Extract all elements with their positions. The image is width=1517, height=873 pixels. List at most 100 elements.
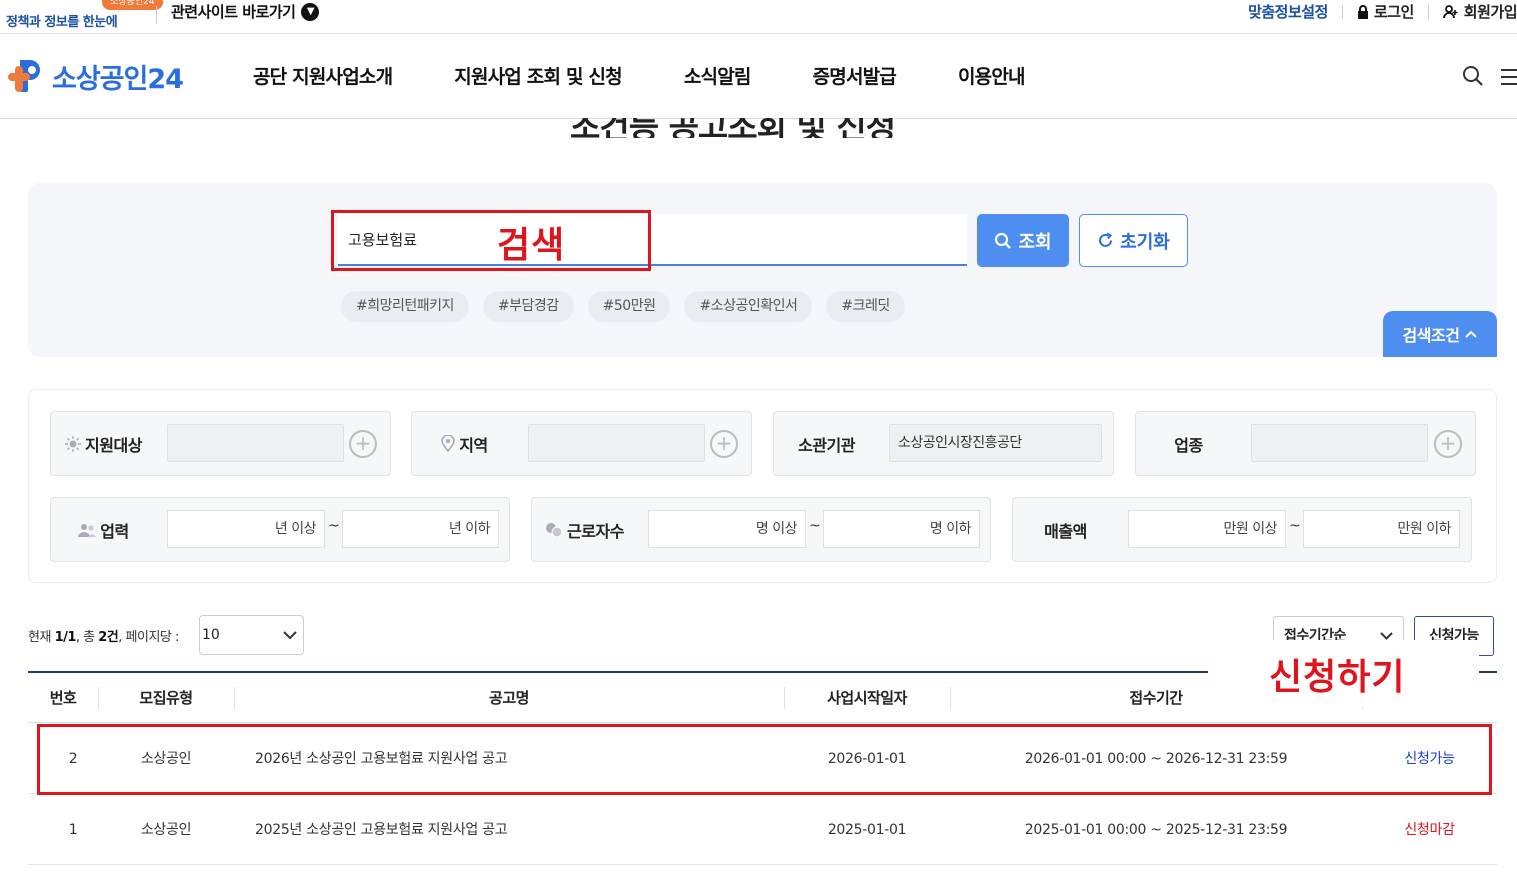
filter-panel: 지원대상 + 지역 + 소관기관 소상공인시장진흥공단 업종 + 업력 년 이상… [28,389,1497,583]
workers-max-input[interactable]: 명 이하 [823,510,980,548]
login-label: 로그인 [1373,3,1414,21]
divider [1341,4,1343,19]
filter-target: 지원대상 + [50,411,391,476]
refresh-icon [1099,232,1113,247]
search-button-label: 조회 [1018,231,1052,253]
filter-agency-label: 소관기관 [798,435,855,455]
user-plus-icon [1442,4,1458,18]
per-page-select[interactable]: 10 [199,615,304,655]
reset-button[interactable]: 초기화 [1079,214,1188,267]
filter-workers-label-wrap: 근로자수 [532,498,637,561]
add-target-icon[interactable]: + [349,430,377,458]
related-sites-dropdown[interactable]: 관련사이트 바로가기 ▼ [171,1,320,22]
chevron-up-icon [1465,330,1478,338]
list-summary: 현재 1/1, 총 2건, 페이지당 : [28,626,179,645]
search-highlight-box [331,210,651,271]
filter-target-label-wrap: 지원대상 [51,412,156,475]
search-panel [28,183,1497,357]
utility-bar: 소상공인24 정책과 정보를 한눈에 관련사이트 바로가기 ▼ 맞춤정보설정 로… [0,0,1517,34]
col-title: 공고명 [489,689,529,707]
row-highlight-box [37,724,1492,795]
filter-workers: 근로자수 명 이상 ~ 명 이하 [531,497,991,562]
logo-text: 소상공인24 [52,63,184,95]
hashtag-chip[interactable]: #부담경감 [482,291,574,322]
range-tilde: ~ [328,518,340,534]
row-number: 1 [68,822,78,838]
reset-button-label: 초기화 [1120,231,1170,253]
row-period: 2025-01-01 00:00 ~ 2025-12-31 23:59 [1024,822,1288,838]
workers-min-input[interactable]: 명 이상 [648,510,806,548]
filter-workers-label: 근로자수 [567,521,624,541]
filter-agency: 소관기관 소상공인시장진흥공단 [773,411,1114,476]
login-link[interactable]: 로그인 [1357,1,1414,22]
nav-item-intro[interactable]: 공단 지원사업소개 [253,62,393,89]
list-page: 1/1 [54,630,77,645]
row-title-link[interactable]: 2025년 소상공인 고용보험료 지원사업 공고 [255,795,775,865]
filter-region: 지역 + [411,411,752,476]
signup-label: 회원가입 [1463,3,1517,21]
search-annotation: 검색 [497,225,566,266]
users-icon [78,523,97,537]
col-start-date: 사업시작일자 [827,689,907,707]
row-status-closed: 신청마감 [1404,822,1455,838]
table-row[interactable]: 1 소상공인 2025년 소상공인 고용보험료 지원사업 공고 2025-01-… [28,795,1497,865]
search-icon[interactable] [1462,65,1484,87]
utility-links: 맞춤정보설정 로그인 회원가입 [1248,1,1517,22]
logo-mark-icon [6,56,48,96]
filter-target-label: 지원대상 [85,435,142,455]
filter-sales-label: 매출액 [1044,521,1087,541]
career-max-input[interactable]: 년 이하 [342,510,499,548]
filter-region-field[interactable] [528,424,705,462]
filter-industry-field[interactable] [1251,424,1428,462]
search-conditions-toggle[interactable]: 검색조건 [1383,311,1497,357]
add-region-icon[interactable]: + [710,430,738,458]
career-min-input[interactable]: 년 이상 [167,510,325,548]
hashtag-chip[interactable]: #희망리턴패키지 [341,291,469,322]
map-pin-icon [441,435,456,452]
nav-item-guide[interactable]: 이용안내 [958,62,1026,89]
filter-career: 업력 년 이상 ~ 년 이하 [50,497,510,562]
filter-career-label: 업력 [100,521,129,541]
list-summary-mid: , 총 [75,630,99,645]
per-page-value: 10 [202,627,220,643]
sales-min-input[interactable]: 만원 이상 [1128,510,1286,548]
row-start-date: 2025-01-01 [827,822,907,838]
filter-region-label-wrap: 지역 [412,412,517,475]
brand-slogan-link[interactable]: 정책과 정보를 한눈에 [6,11,118,30]
site-logo[interactable]: 소상공인24 [6,56,184,96]
nav-item-search-apply[interactable]: 지원사업 조회 및 신청 [454,62,622,89]
search-conditions-label: 검색조건 [1402,326,1460,345]
custom-info-link[interactable]: 맞춤정보설정 [1248,1,1328,22]
divider [156,6,157,24]
hashtag-list: #희망리턴패키지 #부담경감 #50만원 #소상공인확인서 #크레딧 [341,291,905,322]
filter-sales: 매출액 만원 이상 ~ 만원 이하 [1012,497,1472,562]
list-summary-prefix: 현재 [28,630,55,645]
filter-industry: 업종 + [1135,411,1476,476]
chevron-down-icon: ▼ [301,2,320,21]
hashtag-chip[interactable]: #소상공인확인서 [684,291,813,322]
list-total: 2건 [98,630,119,645]
filter-target-field[interactable] [167,424,344,462]
add-industry-icon[interactable]: + [1434,430,1462,458]
row-type: 소상공인 [140,822,192,838]
related-sites-label: 관련사이트 바로가기 [171,3,296,21]
apply-annotation: 신청하기 [1269,657,1406,698]
range-tilde: ~ [809,518,821,534]
col-number: 번호 [49,689,77,707]
hashtag-chip[interactable]: #크레딧 [826,291,905,322]
sales-max-input[interactable]: 만원 이하 [1303,510,1460,548]
page-title: 조건등 공고조회 및 신청 [570,118,896,138]
search-button[interactable]: 조회 [977,214,1069,267]
signup-link[interactable]: 회원가입 [1442,1,1517,22]
nav-item-certificate[interactable]: 증명서발급 [813,62,897,89]
hamburger-menu-icon[interactable] [1499,68,1517,86]
lock-icon [1357,4,1368,19]
filter-industry-label: 업종 [1174,435,1203,455]
divider [1427,4,1429,19]
range-tilde: ~ [1289,518,1301,534]
filter-agency-field[interactable]: 소상공인시장진흥공단 [889,424,1102,462]
filter-region-label: 지역 [459,435,488,455]
main-header: 소상공인24 공단 지원사업소개 지원사업 조회 및 신청 소식알림 증명서발급… [0,34,1517,119]
hashtag-chip[interactable]: #50만원 [587,291,671,322]
nav-item-news[interactable]: 소식알림 [684,62,752,89]
